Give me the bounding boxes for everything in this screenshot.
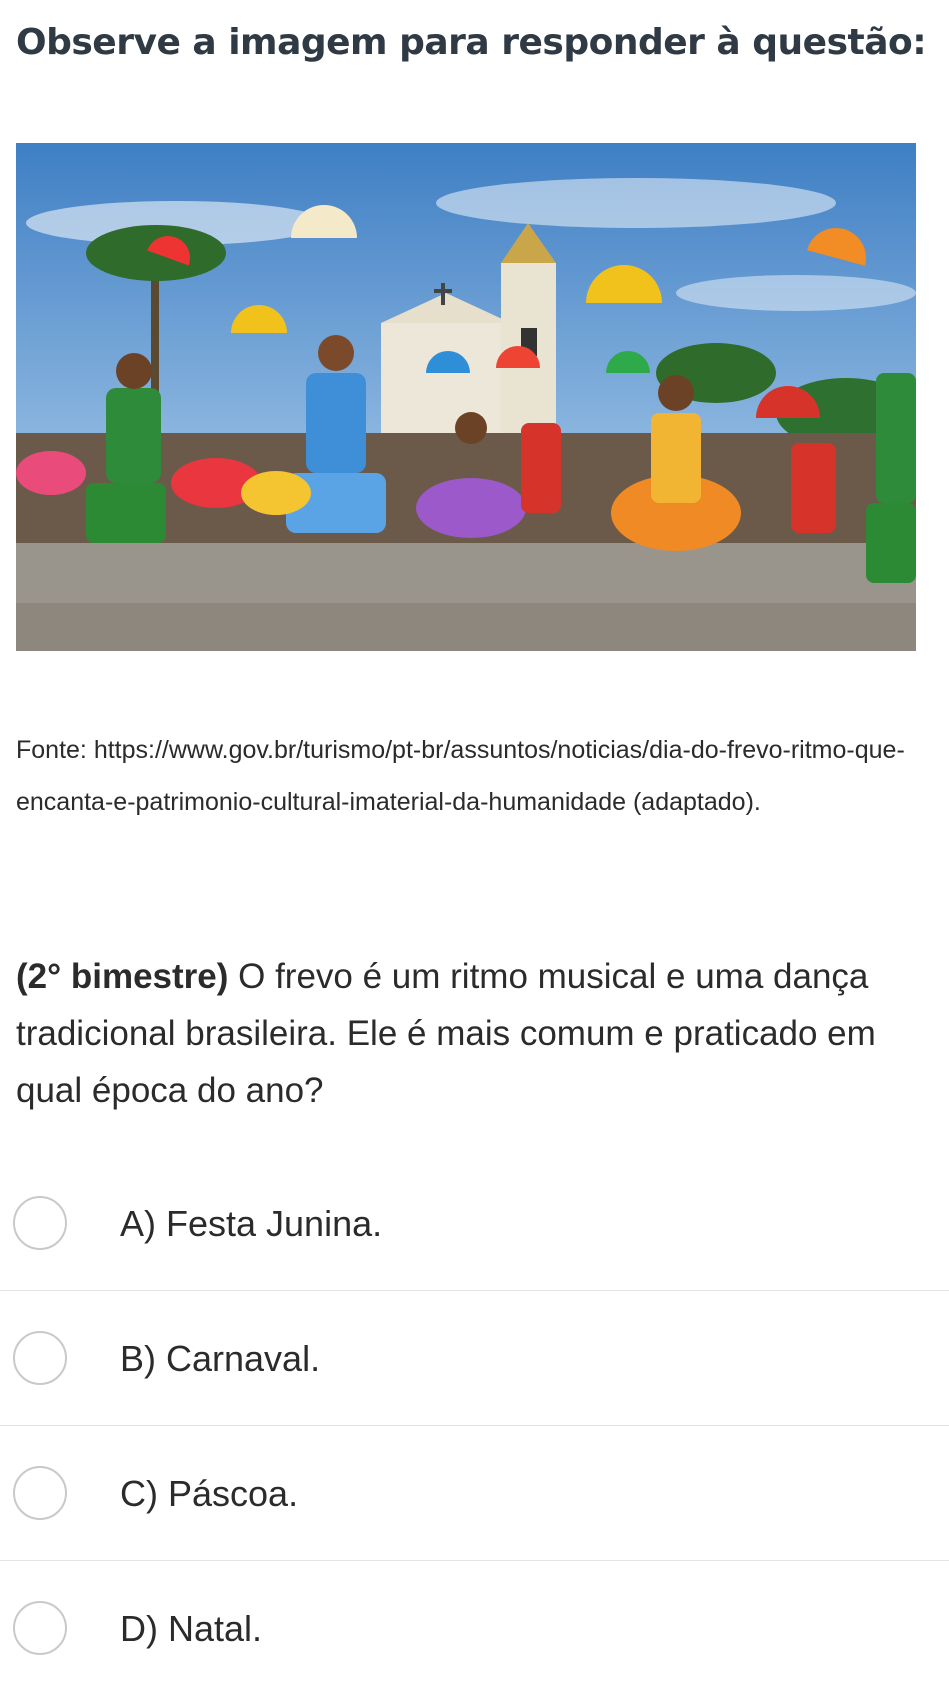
answer-option-b[interactable]: B) Carnaval. xyxy=(0,1291,949,1426)
frevo-dancers-photo xyxy=(16,143,916,651)
radio-button-icon[interactable] xyxy=(13,1601,67,1655)
answer-option-d[interactable]: D) Natal. xyxy=(0,1561,949,1696)
answer-options: A) Festa Junina. B) Carnaval. C) Páscoa.… xyxy=(0,1156,949,1696)
question-heading: Observe a imagem para responder à questã… xyxy=(16,22,927,63)
radio-button-icon[interactable] xyxy=(13,1196,67,1250)
answer-option-label: A) Festa Junina. xyxy=(120,1203,383,1244)
answer-option-label: B) Carnaval. xyxy=(120,1338,321,1379)
question-tag: (2° bimestre) xyxy=(16,957,229,996)
image-source-caption: Fonte: https://www.gov.br/turismo/pt-br/… xyxy=(16,736,905,816)
answer-option-c[interactable]: C) Páscoa. xyxy=(0,1426,949,1561)
radio-button-icon[interactable] xyxy=(13,1331,67,1385)
answer-option-a[interactable]: A) Festa Junina. xyxy=(0,1156,949,1291)
answer-option-label: C) Páscoa. xyxy=(120,1473,299,1514)
answer-option-label: D) Natal. xyxy=(120,1608,263,1649)
question-text: (2° bimestre) O frevo é um ritmo musical… xyxy=(16,948,936,1119)
radio-button-icon[interactable] xyxy=(13,1466,67,1520)
